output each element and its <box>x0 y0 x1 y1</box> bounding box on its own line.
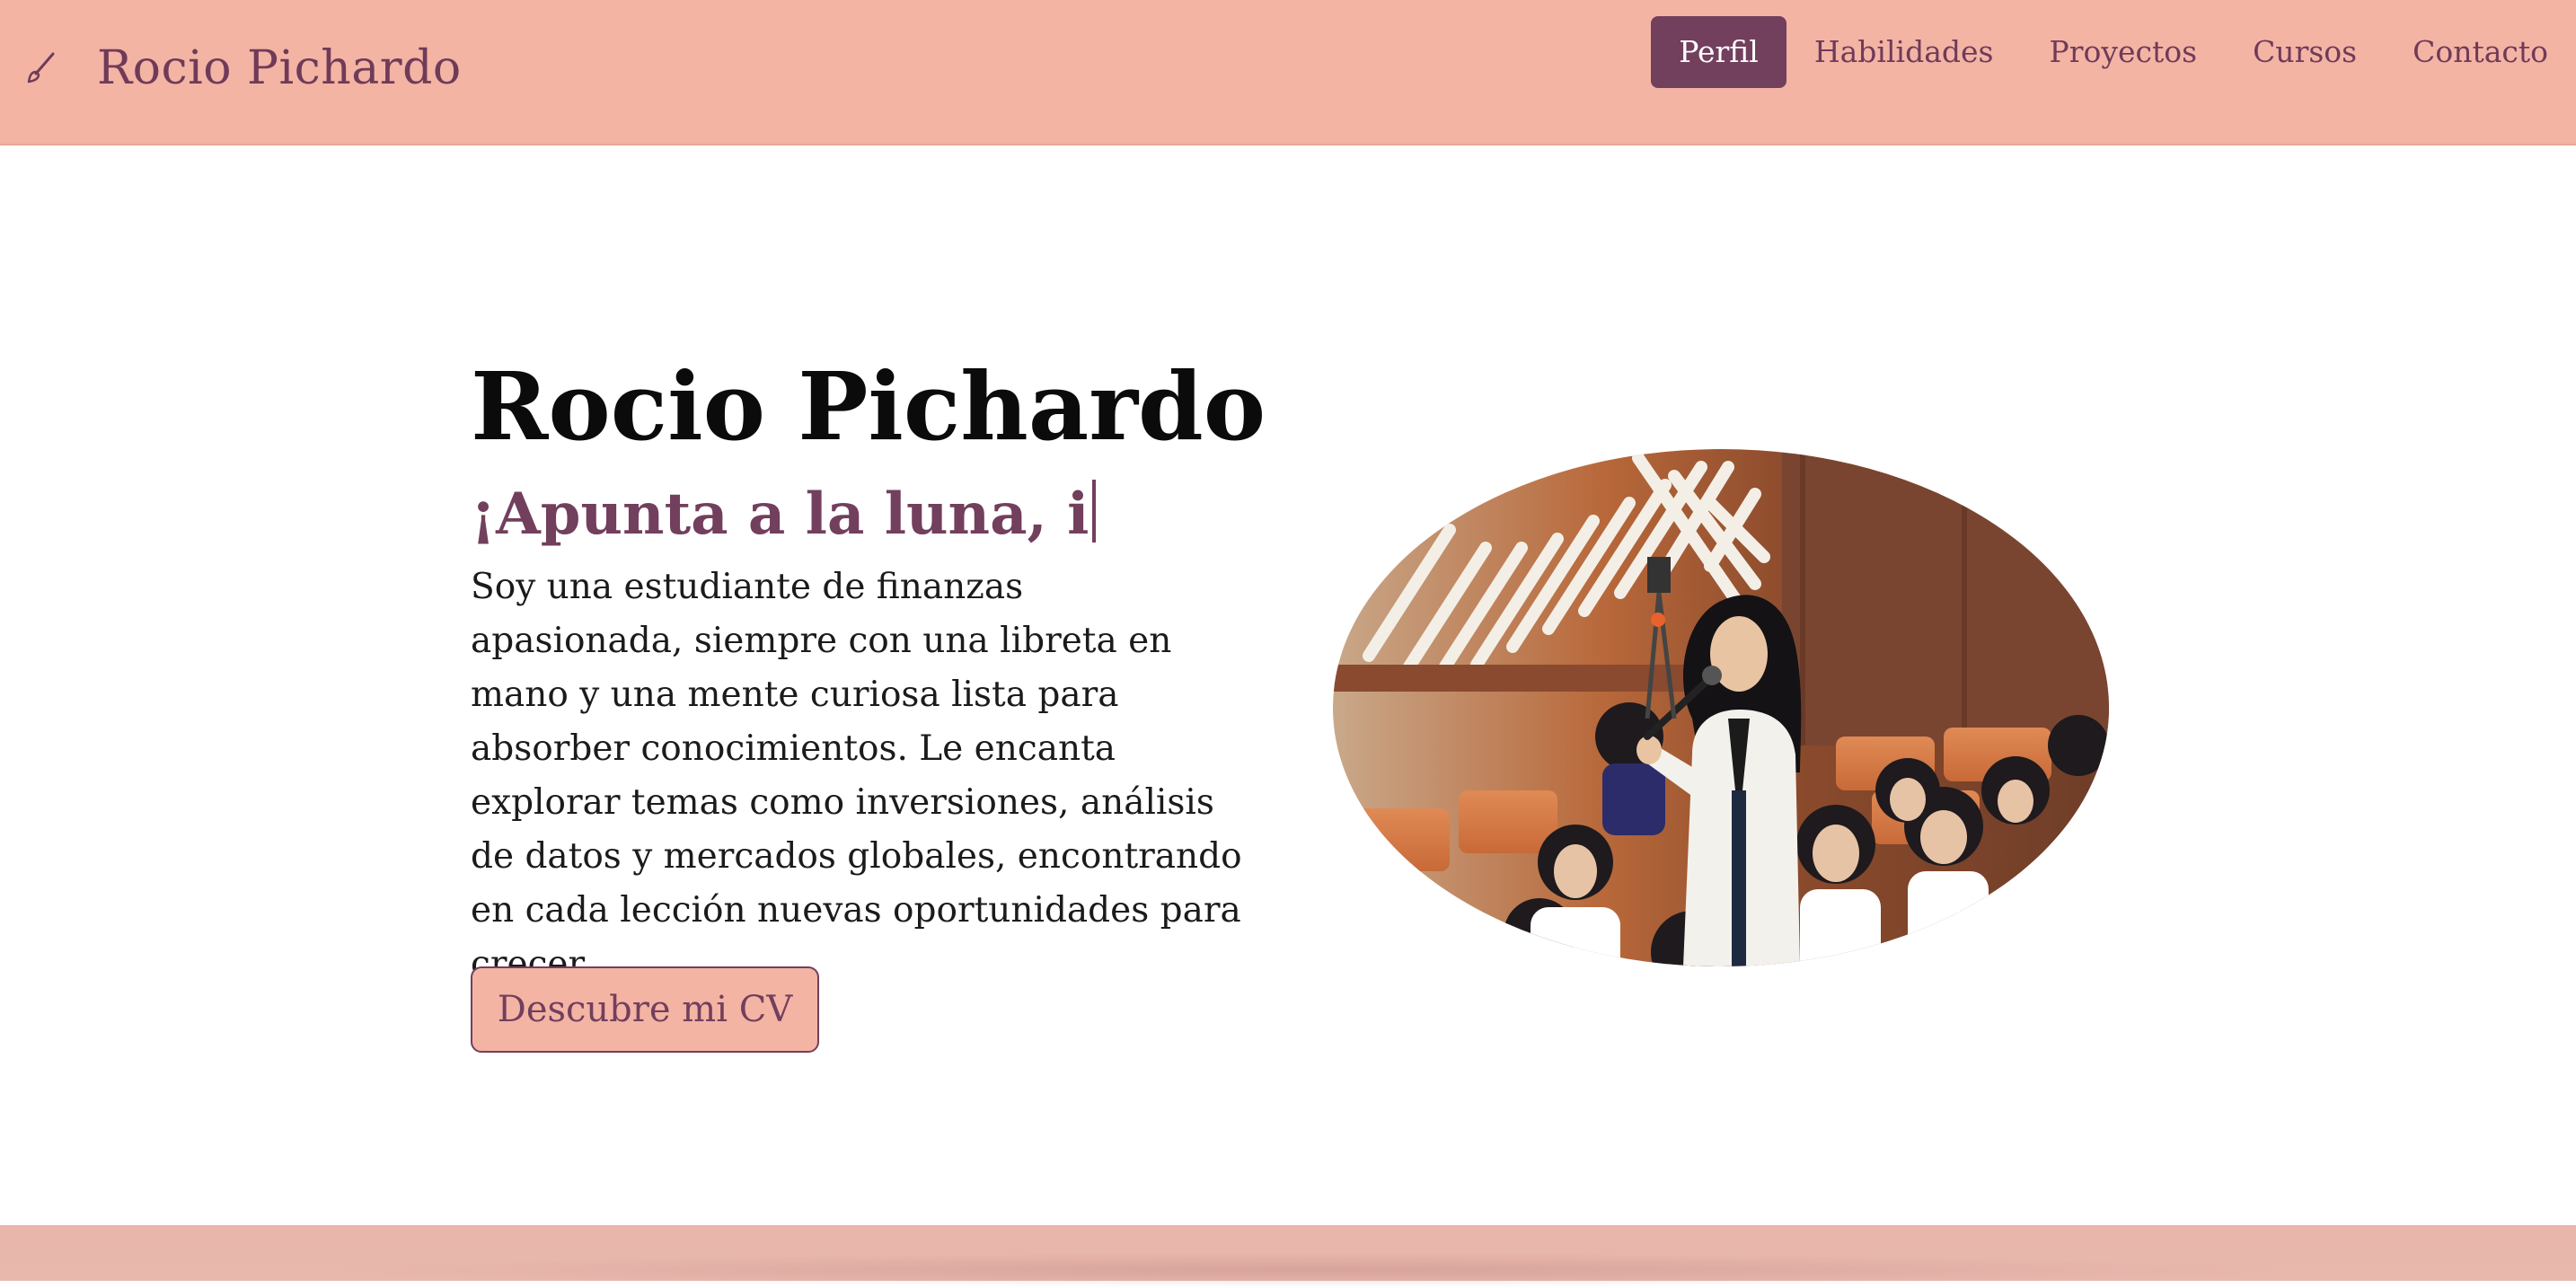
main-nav: Perfil Habilidades Proyectos Cursos Cont… <box>1651 16 2576 88</box>
section-shadow <box>323 1252 2299 1288</box>
brush-icon <box>27 52 55 84</box>
nav-item-contacto[interactable]: Contacto <box>2385 16 2576 88</box>
hero-title: Rocio Pichardo <box>471 351 1266 462</box>
cv-button[interactable]: Descubre mi CV <box>471 966 819 1053</box>
hero-subtitle: ¡Apunta a la luna, i <box>471 474 1097 555</box>
typing-cursor <box>1092 480 1097 543</box>
nav-item-cursos[interactable]: Cursos <box>2225 16 2385 88</box>
next-section-edge <box>0 1225 2576 1288</box>
student-speaking-photo <box>1333 449 2109 966</box>
nav-item-perfil[interactable]: Perfil <box>1651 16 1786 88</box>
nav-item-proyectos[interactable]: Proyectos <box>2021 16 2225 88</box>
hero-description: Soy una estudiante de finanzas apasionad… <box>471 567 1242 984</box>
brand[interactable]: Rocio Pichardo <box>23 36 462 101</box>
photo-illustration <box>1333 449 2109 966</box>
typed-subtitle-text: ¡Apunta a la luna, i <box>471 481 1090 548</box>
brand-name: Rocio Pichardo <box>97 41 462 95</box>
navbar: Rocio Pichardo Perfil Habilidades Proyec… <box>0 0 2576 146</box>
nav-item-habilidades[interactable]: Habilidades <box>1786 16 2022 88</box>
